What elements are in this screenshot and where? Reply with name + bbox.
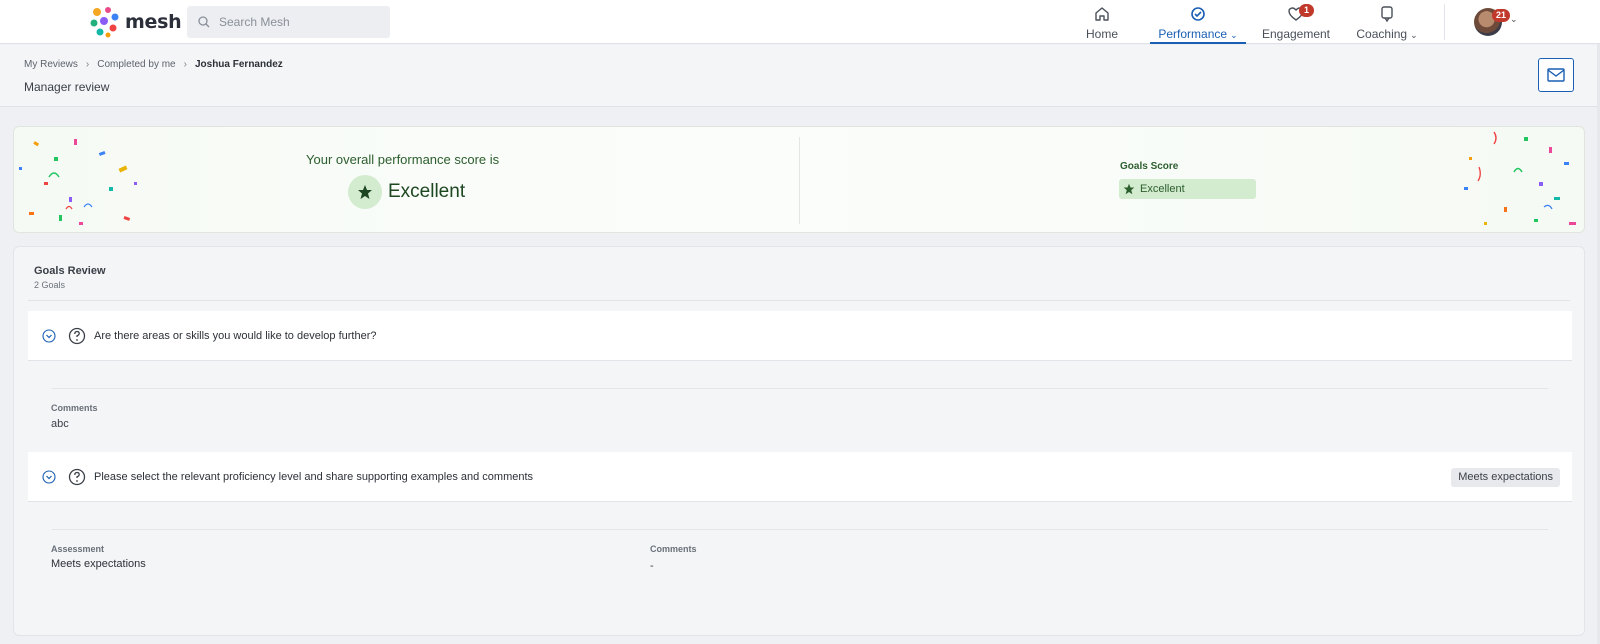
goals-count: 2 Goals <box>34 280 66 290</box>
banner-divider <box>799 137 800 224</box>
question-row[interactable]: Please select the relevant proficiency l… <box>28 452 1572 502</box>
star-icon <box>358 185 372 199</box>
nav-home[interactable]: Home <box>1080 0 1124 44</box>
breadcrumb-current: Joshua Fernandez <box>194 59 283 70</box>
divider <box>52 529 1548 530</box>
breadcrumb-separator: › <box>183 59 187 70</box>
question-text: Please select the relevant proficiency l… <box>94 470 534 483</box>
goals-review-title: Goals Review <box>34 265 106 277</box>
search-input[interactable]: Search Mesh <box>187 6 390 38</box>
performance-icon <box>1191 7 1205 21</box>
performance-score-banner: Your overall performance score is Excell… <box>13 126 1585 233</box>
chevron-down-icon[interactable] <box>42 469 56 484</box>
confetti-decoration <box>1464 131 1576 225</box>
answer-panel: Comments abc <box>38 361 1562 445</box>
overall-score-label: Your overall performance score is <box>306 152 500 167</box>
divider <box>52 388 1548 389</box>
mail-icon <box>1547 68 1565 82</box>
divider <box>28 300 1570 301</box>
assessment-label: Assessment <box>51 544 105 554</box>
breadcrumb-completed-by-me[interactable]: Completed by me <box>97 59 175 70</box>
nav-coaching[interactable]: Coaching ⌄ <box>1356 0 1418 44</box>
question-mark-icon <box>68 327 86 344</box>
home-icon <box>1095 7 1109 21</box>
nav-engagement[interactable]: 1 Engagement <box>1260 0 1332 44</box>
chevron-down-icon: ⌄ <box>1230 30 1238 40</box>
overall-score: Excellent <box>348 175 465 209</box>
nav-divider <box>1444 4 1445 40</box>
search-icon <box>198 16 210 28</box>
mesh-logo-icon <box>90 7 119 38</box>
star-icon <box>1123 183 1135 195</box>
comments-label: Comments <box>650 544 697 554</box>
mesh-logo[interactable]: mesh <box>88 5 182 39</box>
nav-performance[interactable]: Performance ⌄ <box>1150 0 1246 44</box>
comments-value: - <box>650 560 654 572</box>
breadcrumb-separator: › <box>85 59 90 70</box>
chevron-down-icon[interactable]: ⌄ <box>1510 14 1518 25</box>
question-mark-icon <box>68 468 86 485</box>
coaching-icon <box>1381 6 1393 23</box>
question-text: Are there areas or skills you would like… <box>94 329 377 342</box>
nav-engagement-label: Engagement <box>1261 27 1331 41</box>
page-title: Manager review <box>24 80 110 94</box>
comments-label: Comments <box>51 403 98 413</box>
logo-text: mesh <box>125 11 182 33</box>
chevron-down-icon: ⌄ <box>1410 30 1418 40</box>
overall-score-value: Excellent <box>388 181 466 202</box>
question-row[interactable]: Are there areas or skills you would like… <box>28 311 1572 361</box>
assessment-value: Meets expectations <box>51 558 146 570</box>
notifications-badge: 21 <box>1492 9 1510 22</box>
breadcrumb: My Reviews › Completed by me › Joshua Fe… <box>24 59 283 70</box>
page-header: My Reviews › Completed by me › Joshua Fe… <box>0 45 1600 107</box>
confetti-decoration <box>19 139 137 225</box>
goals-score-label: Goals Score <box>1120 161 1179 172</box>
nav-home-label: Home <box>1085 27 1118 41</box>
engagement-badge: 1 <box>1299 4 1314 17</box>
comments-value: abc <box>51 418 69 430</box>
top-nav-bar: mesh Search Mesh Home Performance ⌄ 1 Eng… <box>0 0 1600 44</box>
assessment-badge: Meets expectations <box>1451 468 1560 487</box>
goals-score-badge: Excellent <box>1119 179 1256 199</box>
goals-review-card: Goals Review 2 Goals Are there areas or … <box>13 246 1585 636</box>
nav-performance-label: Performance <box>1158 27 1228 41</box>
breadcrumb-my-reviews[interactable]: My Reviews <box>24 59 78 70</box>
goals-score-value: Excellent <box>1140 183 1185 195</box>
answer-panel: Assessment Meets expectations Comments - <box>38 502 1562 600</box>
search-placeholder: Search Mesh <box>219 15 290 29</box>
star-badge <box>348 175 382 209</box>
email-button[interactable] <box>1538 58 1574 92</box>
chevron-down-icon[interactable] <box>42 328 56 343</box>
nav-coaching-label: Coaching <box>1356 27 1408 41</box>
